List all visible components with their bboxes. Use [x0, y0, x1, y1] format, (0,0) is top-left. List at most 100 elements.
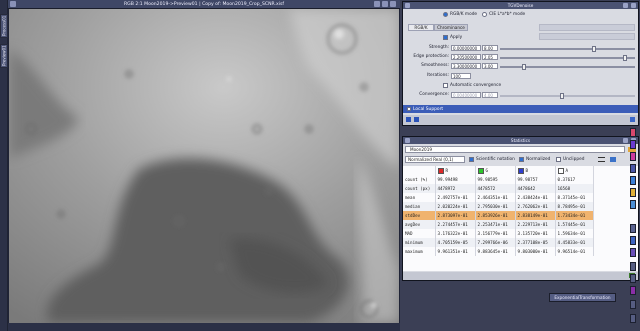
dock-icon-15[interactable] — [630, 314, 636, 323]
strength-slider[interactable] — [500, 46, 635, 52]
auto-convergence-checkbox[interactable] — [443, 83, 448, 88]
rgbk-mode-radio[interactable] — [443, 12, 448, 17]
dock-icon-3[interactable] — [630, 152, 636, 161]
dock-icon-10[interactable] — [630, 248, 636, 257]
dock-icon-4[interactable] — [630, 164, 636, 173]
edge-protection-exponent[interactable]: 2.05 — [482, 53, 498, 60]
apply-checkbox[interactable] — [443, 35, 448, 40]
normalized-checkbox[interactable] — [519, 157, 524, 162]
table-row[interactable]: count (%) 99.99498 99.98595 99.98757 0.37617 — [403, 175, 594, 184]
dock-icon-11[interactable] — [630, 262, 636, 271]
shade-icon[interactable] — [623, 3, 628, 8]
exponential-transformation-icon[interactable]: ExponentialTransformation — [549, 293, 616, 302]
image-window: RGB 2:1 Moon2019->Preview01 | Copy of: M… — [8, 0, 400, 331]
unclipped-checkbox[interactable] — [556, 157, 561, 162]
table-cell: 2.795030e-01 — [475, 202, 516, 211]
local-support-checkbox[interactable] — [407, 107, 411, 111]
tab-preview01-label: Preview01 — [1, 45, 7, 67]
smoothness-exponent[interactable]: 3.00 — [482, 62, 498, 69]
table-row[interactable]: MAD 3.176322e-01 3.156779e-01 3.135720e-01 1… — [403, 229, 594, 238]
apply-global-icon[interactable] — [414, 117, 419, 122]
local-support-section[interactable]: Local Support — [403, 105, 638, 113]
table-row[interactable]: maximum 9.961351e-01 9.883645e-01 9.803000e… — [403, 247, 594, 256]
table-row[interactable]: avgDev 2.274457e-01 2.253471e-01 2.229713e-… — [403, 220, 594, 229]
header-blank — [403, 166, 436, 175]
edge-protection-slider-handle[interactable] — [623, 55, 627, 61]
table-cell: 9.961351e-01 — [435, 247, 476, 256]
convergence-input[interactable]: 0.00400000 — [451, 91, 481, 98]
tab-chrominance[interactable]: Chrominance — [434, 24, 468, 31]
apply-label: Apply — [450, 35, 463, 40]
dock-icon-9[interactable] — [630, 236, 636, 245]
table-cell: 1.57445e-01 — [555, 220, 594, 229]
image-window-titlebar[interactable]: RGB 2:1 Moon2019->Preview01 | Copy of: M… — [8, 0, 400, 9]
tgvdenoise-titlebar[interactable]: TGVDenoise — [403, 2, 638, 9]
reset-icon[interactable] — [630, 117, 635, 122]
table-cell: 9.883645e-01 — [475, 247, 516, 256]
convergence-slider-handle[interactable] — [560, 93, 564, 99]
range-select[interactable]: Normalized Real (0,1) — [405, 156, 465, 163]
table-cell: 4.705159e-05 — [435, 238, 476, 247]
table-cell: 1.73434e-01 — [555, 211, 594, 220]
channel-b-label: B — [525, 167, 529, 173]
table-row[interactable]: median 2.020224e-01 2.795030e-01 2.762062e-… — [403, 202, 594, 211]
panel-menu-icon[interactable] — [405, 138, 410, 143]
close-icon[interactable] — [631, 3, 636, 8]
new-instance-icon[interactable] — [406, 117, 411, 122]
smoothness-slider[interactable] — [500, 64, 635, 70]
exponential-transformation-label: ExponentialTransformation — [554, 295, 611, 300]
dock-icon-1[interactable] — [630, 128, 636, 137]
smoothness-slider-handle[interactable] — [522, 64, 526, 70]
table-cell: 2.838149e-01 — [515, 211, 556, 220]
disabled-option-1 — [539, 24, 635, 31]
dock-icon-14[interactable] — [630, 300, 636, 309]
table-cell: 0.37617 — [555, 175, 594, 184]
smoothness-input[interactable]: 3.30000000 — [451, 62, 481, 69]
shade-icon[interactable] — [623, 138, 628, 143]
edge-protection-input[interactable]: 2.20500000 — [451, 53, 481, 60]
strength-input[interactable]: 0.00000000 — [451, 44, 481, 51]
strength-slider-handle[interactable] — [592, 46, 596, 52]
statistics-titlebar[interactable]: Statistics — [403, 137, 638, 144]
dock-icon-12[interactable] — [630, 274, 636, 283]
table-row[interactable]: count (px) 4478972 4478572 4478642 16568 — [403, 184, 594, 193]
image-select[interactable]: Moon2019 — [405, 146, 625, 153]
statistics-table[interactable]: R G B A count (%) 99.99498 99.98595 99.9875… — [403, 166, 638, 271]
table-cell: 99.99498 — [435, 175, 476, 184]
table-header-row: R G B A — [403, 166, 594, 175]
convergence-exponent[interactable]: 4.00 — [482, 91, 498, 98]
iterations-spinbox[interactable]: 100 — [451, 72, 471, 79]
dock-icon-2[interactable] — [630, 140, 636, 149]
panel-menu-icon[interactable] — [405, 3, 410, 8]
scientific-checkbox[interactable] — [469, 157, 474, 162]
strength-exponent[interactable]: 8.00 — [482, 44, 498, 51]
table-cell: 4.45833e-01 — [555, 238, 594, 247]
tab-preview01[interactable]: Preview01 — [0, 44, 8, 68]
auto-convergence-row: Automatic convergence — [443, 82, 501, 89]
shade-icon[interactable] — [374, 1, 380, 7]
tab-process01[interactable]: Process01 — [0, 14, 8, 38]
dock-icon-8[interactable] — [630, 224, 636, 233]
dock-icon-5[interactable] — [630, 176, 636, 185]
moon-image-canvas[interactable] — [9, 9, 399, 323]
dock-icon-7[interactable] — [630, 200, 636, 209]
window-menu-icon[interactable] — [10, 1, 16, 7]
table-cell: 8.37145e-01 — [555, 193, 594, 202]
table-row[interactable]: stdDev 2.873097e-01 2.853926e-01 2.838149e-… — [403, 211, 594, 220]
table-row[interactable]: minimum 4.705159e-05 7.299766e-06 2.377108e… — [403, 238, 594, 247]
edge-protection-slider[interactable] — [500, 55, 635, 61]
options-icon[interactable] — [598, 157, 605, 162]
close-icon[interactable] — [390, 1, 396, 7]
tab-rgbk[interactable]: RGB/K — [408, 24, 434, 31]
maximize-icon[interactable] — [382, 1, 388, 7]
sort-icon[interactable] — [610, 157, 616, 162]
table-row[interactable]: mean 2.492757e-01 2.464351e-01 2.438424e-01… — [403, 193, 594, 202]
dock-icon-13[interactable] — [630, 286, 636, 295]
convergence-slider[interactable] — [500, 93, 635, 99]
channel-g-swatch — [477, 167, 484, 174]
cie-mode-radio[interactable] — [482, 12, 488, 17]
image-status-bar — [8, 323, 400, 331]
table-cell: 3.176322e-01 — [435, 229, 476, 238]
dock-icon-6[interactable] — [630, 188, 636, 197]
header-channel-b: B — [515, 166, 556, 175]
